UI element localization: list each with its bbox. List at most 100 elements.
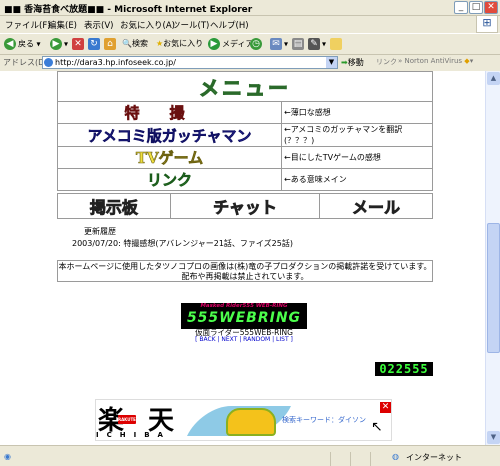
links-label: リンク — [146, 171, 193, 190]
search-icon: 🔍 — [122, 39, 132, 48]
search-button[interactable]: 🔍検索 — [122, 38, 148, 49]
notice-line-1: 本ホームページに使用したタツノコプロの画像は(株)竜の子プロダクションの掲載許諾… — [58, 262, 432, 271]
nav-bbs-button[interactable]: 掲示板 — [57, 193, 171, 219]
print-button[interactable]: ▤ — [292, 38, 306, 50]
gatchaman-desc: ←アメコミのガッチャマンを翻訳(？？？) — [281, 123, 433, 147]
menu-link-tokusatsu[interactable]: 特撮 — [57, 101, 282, 124]
menu-edit[interactable]: 編集(E) — [48, 19, 77, 31]
gatchaman-label: アメコミ版ガッチャマン — [87, 126, 252, 145]
links-desc: ←ある意味メイン — [281, 168, 433, 191]
internet-zone-icon: ◍ — [392, 452, 399, 461]
scroll-thumb[interactable] — [487, 223, 500, 353]
go-label: 移動 — [347, 58, 364, 67]
scroll-up-icon[interactable]: ▲ — [487, 72, 500, 85]
scroll-down-icon[interactable]: ▼ — [487, 431, 500, 444]
address-dropdown-icon[interactable]: ▼ — [326, 57, 337, 68]
rakuten-badge: RAKUTEN — [118, 415, 140, 424]
access-counter: 022555 — [375, 362, 433, 376]
tokusatsu-desc: ←薄口な感想 — [281, 101, 433, 124]
search-label: 検索 — [131, 39, 148, 48]
mail-icon: ✉ — [270, 38, 282, 50]
forward-arrow-icon: ▶ — [50, 38, 62, 50]
mouse-cursor-icon: ↖ — [371, 419, 383, 435]
edit-icon: ✎ — [308, 38, 320, 50]
menu-link-tvgame[interactable]: TVゲーム — [57, 146, 282, 169]
messenger-button[interactable] — [330, 38, 344, 50]
toolbar: ◀ 戻る ▾ ▶ ▾ ✕ ↻ ⌂ 🔍検索 ★お気に入り ▶ メディア ◷ ✉ ▾ ▤ ✎… — [0, 33, 500, 55]
folder-icon — [330, 38, 342, 50]
tokusatsu-label: 特撮 — [124, 104, 215, 123]
mail-button[interactable]: ✉ ▾ — [270, 38, 288, 50]
history-button[interactable]: ◷ — [250, 38, 264, 50]
webring-logo-text: 555WEBRING — [186, 310, 302, 326]
tvgame-desc: ←目にしたTVゲームの感想 — [281, 146, 433, 169]
update-heading: 更新履歴 — [84, 227, 116, 236]
go-arrow-icon: ➡ — [341, 58, 348, 67]
notice-line-2: 配布や再掲載は禁止されています。 — [181, 272, 309, 281]
close-button[interactable]: ✕ — [484, 1, 498, 14]
refresh-button[interactable]: ↻ — [88, 38, 102, 50]
window-title: ■■ 香海苔食べ放題■■ - Microsoft Internet Explor… — [4, 5, 253, 15]
menu-view[interactable]: 表示(V) — [84, 19, 113, 31]
media-icon: ▶ — [208, 38, 220, 50]
home-icon: ⌂ — [104, 38, 116, 50]
address-input[interactable]: http://dara3.hp.infoseek.co.jp/ ▼ — [42, 56, 338, 69]
media-button[interactable]: ▶ メディア — [208, 38, 253, 50]
menu-bar: ファイル(F) 編集(E) 表示(V) お気に入り(A) ツール(T) ヘルプ(… — [0, 17, 500, 31]
webring-top-text: Masked Rider555 WEB-RING — [200, 303, 288, 309]
zone-label: インターネット — [406, 453, 462, 462]
status-separator — [370, 452, 371, 466]
windows-logo-icon: ⊞ — [476, 15, 498, 33]
stop-icon: ✕ — [72, 38, 84, 50]
home-button[interactable]: ⌂ — [104, 38, 118, 50]
favorites-label: お気に入り — [163, 39, 204, 48]
norton-button[interactable]: » Norton AntiVirus ◆▾ — [398, 57, 473, 65]
menu-favorites[interactable]: お気に入り(A) — [120, 19, 175, 31]
refresh-icon: ↻ — [88, 38, 100, 50]
go-button[interactable]: ➡移動 — [341, 57, 364, 68]
edit-button[interactable]: ✎ ▾ — [308, 38, 326, 50]
page-content: メニュー 特撮 ←薄口な感想 アメコミ版ガッチャマン ←アメコミのガッチャマンを… — [0, 71, 485, 445]
menu-link-links[interactable]: リンク — [57, 168, 282, 191]
vacuum-cleaner-image — [226, 408, 276, 436]
norton-icon: ◆ — [464, 57, 470, 65]
norton-label: Norton AntiVirus — [404, 57, 463, 65]
menu-table: メニュー 特撮 ←薄口な感想 アメコミ版ガッチャマン ←アメコミのガッチャマンを… — [57, 71, 433, 191]
menu-help[interactable]: ヘルプ(H) — [210, 19, 249, 31]
menu-file[interactable]: ファイル(F) — [5, 19, 51, 31]
back-label: 戻る — [18, 39, 34, 49]
history-icon: ◷ — [250, 38, 262, 50]
tvgame-label: TVゲーム — [135, 149, 204, 168]
ad-close-button[interactable]: ✕ — [380, 402, 391, 413]
webring-links[interactable]: [ BACK | NEXT | RANDOM | LIST ] — [181, 336, 307, 343]
status-separator — [330, 452, 331, 466]
ad-ichiba-text: ICHIBA — [96, 431, 171, 439]
menu-banner: メニュー — [57, 71, 433, 102]
rakuten-ad-banner[interactable]: 楽 天 RAKUTEN ICHIBA 検索キーワード：ダイソン ✕ — [95, 399, 392, 441]
nav-chat-button[interactable]: チャット — [169, 193, 321, 219]
minimize-button[interactable]: _ — [454, 1, 468, 14]
maximize-button[interactable]: □ — [469, 1, 483, 14]
nav-table: 掲示板 チャット メール — [57, 193, 433, 219]
vertical-scrollbar[interactable]: ▲ ▼ — [485, 71, 500, 445]
webring-banner[interactable]: Masked Rider555 WEB-RING 555WEBRING — [181, 303, 307, 329]
page-done-icon: ◉ — [4, 452, 11, 461]
menu-tools[interactable]: ツール(T) — [172, 19, 209, 31]
copyright-notice: 本ホームページに使用したタツノコプロの画像は(株)竜の子プロダクションの掲載許諾… — [57, 260, 433, 282]
address-bar: アドレス(D) http://dara3.hp.infoseek.co.jp/ … — [0, 55, 500, 70]
ie-page-icon — [44, 58, 53, 67]
links-button[interactable]: リンク — [376, 57, 397, 67]
title-bar: ■■ 香海苔食べ放題■■ - Microsoft Internet Explor… — [0, 0, 500, 16]
stop-button[interactable]: ✕ — [72, 38, 86, 50]
update-entry: 2003/07/20: 特撮感想(アバレンジャー21話、ファイズ25話) — [72, 239, 293, 248]
nav-mail-button[interactable]: メール — [319, 193, 433, 219]
back-button[interactable]: ◀ 戻る ▾ — [4, 38, 41, 50]
forward-button[interactable]: ▶ ▾ — [50, 38, 68, 50]
menu-link-gatchaman[interactable]: アメコミ版ガッチャマン — [57, 123, 282, 147]
print-icon: ▤ — [292, 38, 304, 50]
status-bar: ◉ ◍ インターネット — [0, 445, 500, 466]
favorites-button[interactable]: ★お気に入り — [156, 38, 203, 49]
status-separator — [350, 452, 351, 466]
media-label: メディア — [222, 39, 254, 49]
ad-keyword: 検索キーワード：ダイソン — [282, 416, 366, 424]
